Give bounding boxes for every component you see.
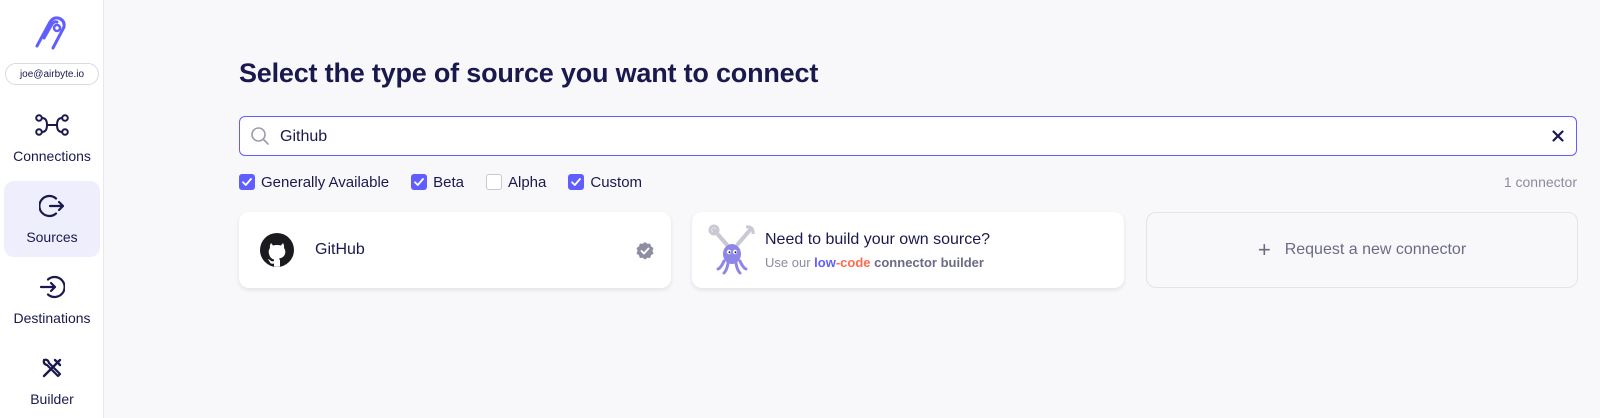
code-text: code (840, 255, 871, 270)
page-title: Select the type of source you want to co… (239, 58, 819, 88)
builder-card-title: Need to build your own source? (765, 231, 991, 248)
sidebar-item-connections[interactable]: Connections (4, 100, 100, 176)
subtitle-prefix: Use our (765, 255, 811, 270)
checkbox-checked[interactable] (411, 174, 428, 190)
source-arrow-icon (35, 192, 69, 220)
builder-text: connector builder (874, 255, 984, 270)
filter-custom[interactable]: Custom (568, 174, 642, 191)
plus-icon: + (1257, 237, 1271, 262)
sidebar-item-builder[interactable]: Builder (4, 343, 100, 418)
github-icon (260, 233, 294, 267)
filter-label: Alpha (508, 173, 547, 191)
verified-badge-icon (636, 242, 654, 260)
sidebar-item-label: Destinations (13, 310, 91, 326)
builder-card-subtitle: Use our low-code connector builder (765, 255, 984, 270)
release-stage-filters: Generally Available Beta Alpha Custom (239, 173, 664, 191)
connector-name: GitHub (315, 241, 365, 258)
builder-tools-icon (35, 354, 69, 382)
destination-arrow-icon (35, 273, 69, 301)
airbyte-logo-icon[interactable] (33, 14, 69, 52)
sidebar-item-destinations[interactable]: Destinations (4, 262, 100, 338)
user-email-badge[interactable]: joe@airbyte.io (5, 63, 99, 85)
search-input[interactable] (280, 125, 1530, 149)
connector-card-github[interactable]: GitHub (239, 212, 671, 288)
filter-label: Beta (433, 173, 464, 191)
close-icon[interactable] (1550, 128, 1566, 144)
filter-label: Custom (590, 173, 643, 191)
sidebar-item-sources[interactable]: Sources (4, 181, 100, 257)
connections-icon (35, 111, 69, 139)
checkbox-checked[interactable] (568, 174, 585, 190)
checkbox-unchecked[interactable] (486, 174, 502, 190)
filter-generally-available[interactable]: Generally Available (239, 174, 389, 191)
request-connector-card[interactable]: + Request a new connector (1146, 212, 1578, 288)
octavia-builder-icon (708, 224, 755, 275)
filter-beta[interactable]: Beta (411, 174, 464, 191)
search-box[interactable] (239, 116, 1577, 156)
sidebar-item-label: Connections (13, 148, 91, 164)
filter-alpha[interactable]: Alpha (486, 174, 546, 191)
low-text: low (814, 255, 836, 270)
connector-count: 1 connector (1503, 174, 1577, 190)
sidebar-item-label: Builder (30, 391, 74, 407)
filter-label: Generally Available (261, 173, 390, 191)
request-connector-label: Request a new connector (1284, 241, 1467, 258)
connector-builder-card[interactable]: Need to build your own source? Use our l… (692, 212, 1124, 288)
search-icon (251, 127, 269, 145)
sidebar: joe@airbyte.io Connections Sources Desti… (0, 0, 104, 418)
sidebar-item-label: Sources (26, 229, 78, 245)
checkbox-checked[interactable] (239, 174, 255, 190)
